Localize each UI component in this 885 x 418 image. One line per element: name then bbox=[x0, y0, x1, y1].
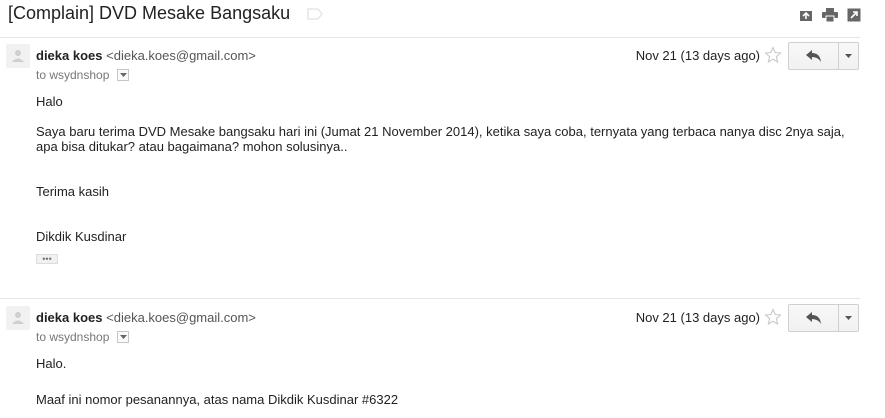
more-options-button[interactable] bbox=[839, 42, 859, 70]
message-1: dieka koes <dieka.koes@gmail.com> to wsy… bbox=[0, 38, 885, 298]
message-2: dieka koes <dieka.koes@gmail.com> to wsy… bbox=[0, 300, 885, 418]
body-thanks: Terima kasih bbox=[36, 184, 109, 199]
divider bbox=[0, 298, 860, 299]
body-paragraph-line: apa bisa ditukar? atau bagaimana? mohon … bbox=[36, 139, 348, 154]
body-signature: Dikdik Kusdinar bbox=[36, 229, 127, 244]
sender-name[interactable]: dieka koes bbox=[36, 310, 103, 325]
recipient-line: to wsydnshop bbox=[36, 68, 130, 82]
chevron-down-icon bbox=[845, 315, 853, 320]
sender: dieka koes <dieka.koes@gmail.com> bbox=[36, 48, 256, 63]
body-paragraph-line: Saya baru terima DVD Mesake bangsaku har… bbox=[36, 124, 845, 139]
sender: dieka koes <dieka.koes@gmail.com> bbox=[36, 310, 256, 325]
label-tag-icon[interactable] bbox=[307, 8, 323, 20]
thread-subject: [Complain] DVD Mesake Bangsaku bbox=[8, 3, 291, 23]
details-dropdown[interactable] bbox=[117, 69, 130, 81]
star-icon[interactable] bbox=[764, 46, 782, 64]
sender-email: <dieka.koes@gmail.com> bbox=[106, 310, 256, 325]
recipient-text: to wsydnshop bbox=[36, 330, 110, 344]
avatar bbox=[6, 44, 30, 68]
chevron-down-icon bbox=[119, 334, 127, 339]
print-icon[interactable] bbox=[821, 6, 839, 24]
recipient-line: to wsydnshop bbox=[36, 330, 130, 344]
details-dropdown[interactable] bbox=[117, 331, 130, 343]
reply-controls bbox=[788, 42, 859, 70]
person-icon bbox=[12, 50, 24, 62]
body-greeting: Halo. bbox=[36, 356, 67, 371]
thread-header: [Complain] DVD Mesake Bangsaku bbox=[0, 0, 885, 36]
body-paragraph-line: Maaf ini nomor pesanannya, atas nama Dik… bbox=[36, 392, 399, 407]
more-options-button[interactable] bbox=[839, 304, 859, 332]
thread-actions bbox=[797, 6, 863, 24]
new-window-icon[interactable] bbox=[845, 6, 863, 24]
reply-button[interactable] bbox=[788, 42, 840, 70]
archive-icon[interactable] bbox=[797, 6, 815, 24]
show-trimmed-content-button[interactable]: ••• bbox=[36, 254, 58, 264]
chevron-down-icon bbox=[119, 72, 127, 77]
body-greeting: Halo bbox=[36, 94, 63, 109]
person-icon bbox=[12, 312, 24, 324]
recipient-text: to wsydnshop bbox=[36, 68, 110, 82]
star-icon[interactable] bbox=[764, 308, 782, 326]
reply-button[interactable] bbox=[788, 304, 840, 332]
reply-icon bbox=[805, 312, 821, 324]
sender-email: <dieka.koes@gmail.com> bbox=[106, 48, 256, 63]
avatar bbox=[6, 306, 30, 330]
chevron-down-icon bbox=[845, 53, 853, 58]
sender-name[interactable]: dieka koes bbox=[36, 48, 103, 63]
message-date[interactable]: Nov 21 (13 days ago) bbox=[636, 310, 760, 325]
message-date[interactable]: Nov 21 (13 days ago) bbox=[636, 48, 760, 63]
reply-icon bbox=[805, 50, 821, 62]
reply-controls bbox=[788, 304, 859, 332]
